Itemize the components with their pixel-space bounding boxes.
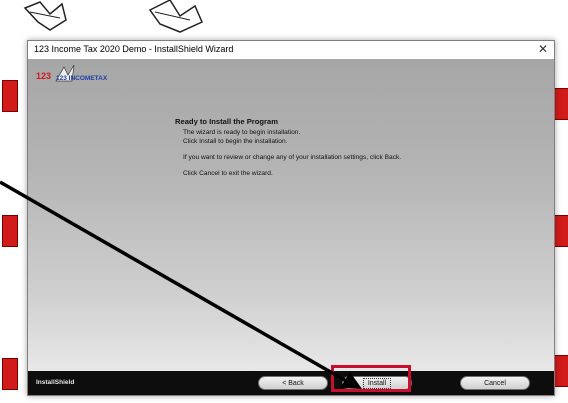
pointer-arrow-icon — [0, 180, 362, 389]
